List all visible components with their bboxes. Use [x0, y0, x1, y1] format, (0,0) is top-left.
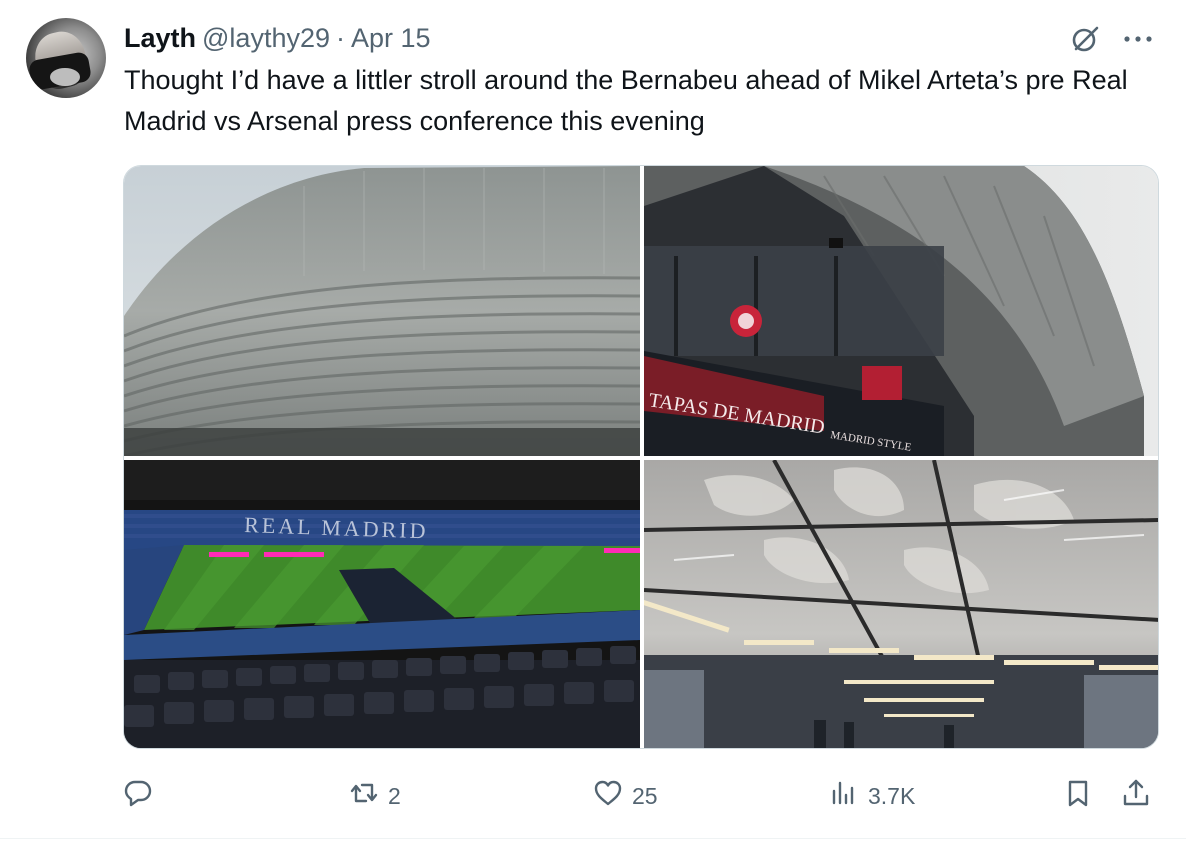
views-count: 3.7K — [868, 782, 916, 809]
like-count: 25 — [632, 782, 658, 809]
more-icon[interactable] — [1120, 21, 1156, 57]
reply-icon — [122, 777, 154, 815]
media-grid: TAPAS DE MADRID MADRID STYLE REAL MADRID — [123, 165, 1159, 749]
avatar-badge — [50, 68, 80, 86]
stadium-interior-photo[interactable]: REAL MADRID — [124, 460, 640, 748]
separator-dot: · — [336, 22, 345, 53]
tweet-date[interactable]: Apr 15 — [351, 23, 431, 54]
repost-count: 2 — [388, 782, 401, 809]
share-icon — [1120, 777, 1152, 815]
views-icon — [828, 777, 860, 815]
tweet-header: Layth @laythy29 · Apr 15 — [124, 18, 431, 58]
author-handle[interactable]: @laythy29 — [202, 23, 330, 54]
repost-icon — [348, 777, 380, 815]
reply-button[interactable] — [122, 774, 162, 818]
share-button[interactable] — [1120, 774, 1152, 818]
like-button[interactable]: 25 — [592, 774, 658, 818]
repost-button[interactable]: 2 — [348, 774, 401, 818]
avatar[interactable] — [26, 18, 106, 98]
tweet[interactable]: Layth @laythy29 · Apr 15 Thought I’d hav… — [0, 0, 1186, 846]
bookmark-button[interactable] — [1062, 774, 1094, 818]
tweet-text: Thought I’d have a littler stroll around… — [124, 65, 1128, 136]
ceiling-photo[interactable] — [644, 460, 1158, 748]
tweet-actions: 2 25 3.7K — [122, 774, 1162, 818]
views-button[interactable]: 3.7K — [828, 774, 915, 818]
bookmark-icon — [1062, 777, 1094, 815]
stadium-exterior-photo[interactable] — [124, 166, 640, 456]
like-icon — [592, 777, 624, 815]
author-name[interactable]: Layth — [124, 23, 196, 54]
stadium-facade-photo[interactable]: TAPAS DE MADRID MADRID STYLE — [644, 166, 1158, 456]
grok-icon[interactable] — [1068, 21, 1104, 57]
divider — [0, 838, 1186, 839]
